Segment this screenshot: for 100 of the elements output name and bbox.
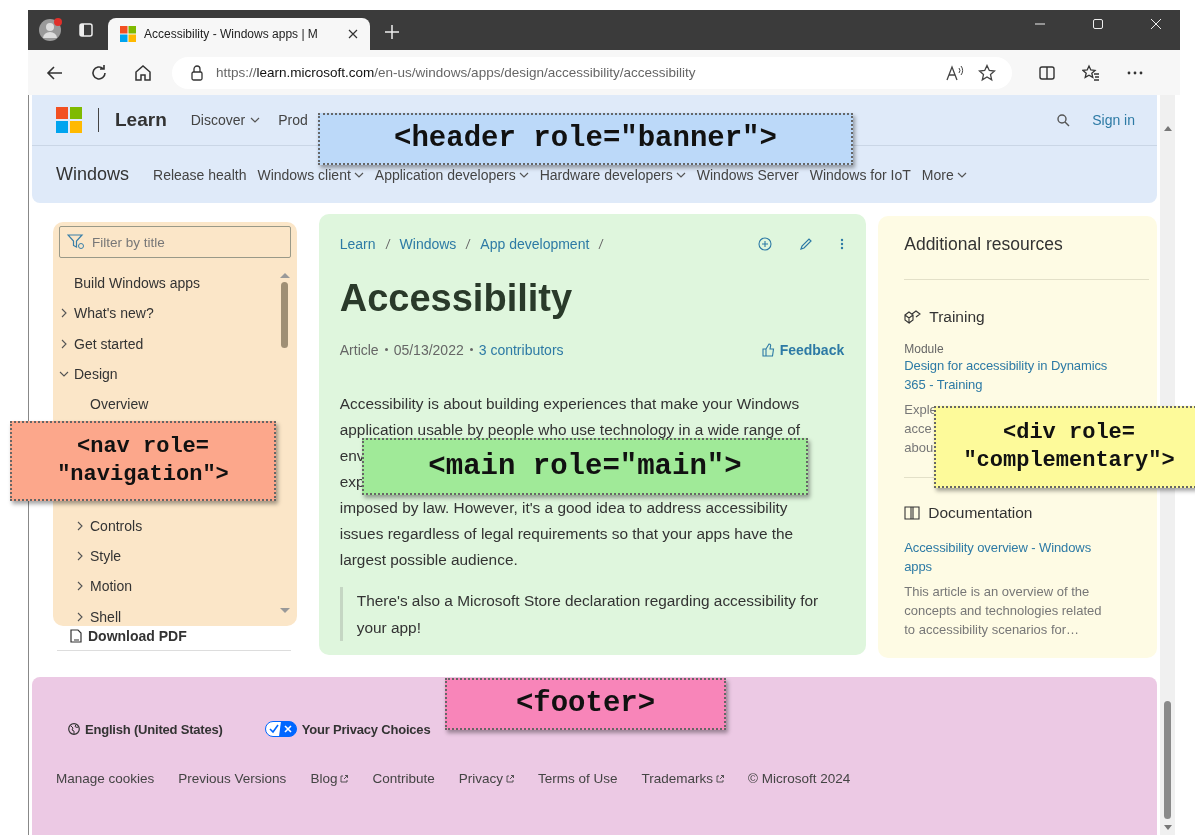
download-pdf-link[interactable]: Download PDF <box>70 628 297 644</box>
footer-link[interactable]: Previous Versions <box>178 771 287 786</box>
cubes-icon <box>904 310 922 324</box>
book-icon <box>904 506 921 520</box>
panel-title: Additional resources <box>904 234 1149 280</box>
thumb-up-icon <box>761 342 775 357</box>
tree-item[interactable]: Overview <box>59 389 279 420</box>
home-icon[interactable] <box>134 63 152 82</box>
tree-item[interactable]: Motion <box>59 571 279 602</box>
scrollbar-thumb[interactable] <box>1164 701 1171 819</box>
paragraph-line: Accessibility is about building experiences that make your Windows <box>339 394 800 412</box>
split-screen-icon[interactable] <box>1038 63 1056 82</box>
product-link[interactable]: Windows <box>56 164 130 185</box>
search-icon[interactable] <box>1057 113 1071 127</box>
article-date: 05/13/2022 <box>393 341 464 358</box>
description-line: concepts and technologies related <box>904 603 1102 618</box>
tree-item[interactable]: What's new? <box>59 298 279 329</box>
read-aloud-icon[interactable] <box>946 64 966 81</box>
nav-link[interactable]: Prod <box>278 112 308 128</box>
sign-in-link[interactable]: Sign in <box>1092 112 1135 128</box>
annotation-label: <header role="banner"> <box>318 113 853 165</box>
description-line: This article is an overview of the <box>904 584 1090 599</box>
tree-item[interactable]: Shell <box>59 601 279 626</box>
breadcrumb-link[interactable]: Learn <box>339 236 376 252</box>
favorite-star-icon[interactable] <box>978 63 996 82</box>
nav-link[interactable]: Windows Server <box>696 166 799 183</box>
nav-link[interactable]: More <box>921 166 967 183</box>
chevron-down-icon <box>518 171 529 178</box>
footer-link[interactable]: Blog <box>310 771 349 786</box>
resource-type: Module <box>904 342 945 356</box>
breadcrumb-link[interactable]: Windows <box>399 236 457 252</box>
tree-item[interactable]: Design <box>59 358 279 390</box>
nav-link[interactable]: Windows client <box>257 166 364 183</box>
description-line: to accessibility scenarios for… <box>904 622 1080 637</box>
language-link[interactable]: English (United States) <box>68 721 223 737</box>
resource-link[interactable]: Accessibility overview - Windows apps <box>904 538 1119 576</box>
profile-icon[interactable] <box>38 17 64 43</box>
browser-tab[interactable]: Accessibility - Windows apps | M <box>108 18 370 50</box>
article-type: Article <box>339 341 379 358</box>
globe-icon <box>68 723 80 735</box>
close-icon[interactable] <box>348 29 358 39</box>
chevron-down-icon <box>675 171 686 178</box>
separator-dot <box>384 348 388 352</box>
add-icon[interactable] <box>758 237 773 251</box>
external-link-icon <box>505 774 514 783</box>
tree-item[interactable]: Get started <box>59 328 279 359</box>
tree-item[interactable]: Build Windows apps <box>59 268 279 299</box>
tree-item-label: Style <box>90 547 122 564</box>
arrow-up-icon[interactable] <box>1163 125 1172 131</box>
nav-link[interactable]: Discover <box>190 112 261 128</box>
footer-link[interactable]: © Microsoft 2024 <box>748 771 851 786</box>
scrollbar-thumb[interactable] <box>281 282 289 348</box>
external-link-icon <box>716 774 724 783</box>
resource-link[interactable]: Design for accessibility in Dynamics 365 - Training <box>904 356 1119 394</box>
annotation-label: <div role= "complementary"> <box>934 406 1195 488</box>
tree-item-label: Overview <box>90 396 149 413</box>
lock-icon <box>190 64 204 81</box>
chevron-down-icon <box>250 117 261 123</box>
logo-icon <box>120 26 136 42</box>
footer-link[interactable]: Trademarks <box>641 771 724 786</box>
paragraph-line: largest possible audience. <box>339 550 518 568</box>
privacy-choices-link[interactable]: Your Privacy Choices <box>264 721 431 737</box>
refresh-icon[interactable] <box>90 63 108 82</box>
nav-link[interactable]: Windows for IoT <box>809 166 911 183</box>
note-text: There's also a Microsoft Store declaration regarding accessibility for your app! <box>356 591 819 636</box>
feedback-link[interactable]: Feedback <box>761 341 845 358</box>
nav-link[interactable]: Hardware developers <box>539 166 686 183</box>
nav-link[interactable]: Release health <box>153 166 247 183</box>
back-icon[interactable] <box>46 63 64 82</box>
external-link-icon <box>340 774 349 783</box>
footer-link[interactable]: Manage cookies <box>56 771 155 786</box>
slash-icon <box>465 238 472 250</box>
brand-link[interactable]: Learn <box>115 109 167 131</box>
annotation-label: <main role="main"> <box>362 438 808 495</box>
chevron-down-icon <box>353 171 364 178</box>
privacy-toggle-icon <box>264 721 297 737</box>
contributors-link[interactable]: 3 contributors <box>478 341 564 358</box>
logo-icon[interactable] <box>56 107 82 133</box>
maximize-icon[interactable] <box>1092 18 1104 30</box>
nav-link[interactable]: Application developers <box>374 166 529 183</box>
address-bar[interactable]: https://learn.microsoft.com/en-us/windows/apps/design/accessibility/accessibility <box>172 56 1012 89</box>
breadcrumb-link[interactable]: App development <box>480 236 590 252</box>
new-tab-icon[interactable] <box>384 24 400 40</box>
filter-field[interactable]: Filter by title <box>59 226 291 258</box>
footer-link[interactable]: Contribute <box>372 771 435 786</box>
paragraph-line: application usable by people who use technology in a wide range of <box>339 420 801 438</box>
arrow-down-icon[interactable] <box>1163 825 1172 831</box>
slash-icon <box>384 238 391 250</box>
annotation-label: <nav role= "navigation"> <box>10 421 276 501</box>
section-heading: Documentation <box>928 504 1033 522</box>
tree-item[interactable]: Style <box>59 540 279 572</box>
tree-item[interactable]: Controls <box>59 510 279 541</box>
footer-link[interactable]: Privacy <box>458 771 514 786</box>
pencil-icon[interactable] <box>799 237 814 251</box>
tab-actions-icon[interactable] <box>78 22 94 38</box>
favorites-icon[interactable] <box>1082 63 1100 82</box>
chevron-down-icon <box>956 171 967 178</box>
footer-link[interactable]: Terms of Use <box>537 771 618 786</box>
tree-item-label: What's new? <box>74 305 154 322</box>
tab-title: Accessibility - Windows apps | M <box>144 27 319 41</box>
